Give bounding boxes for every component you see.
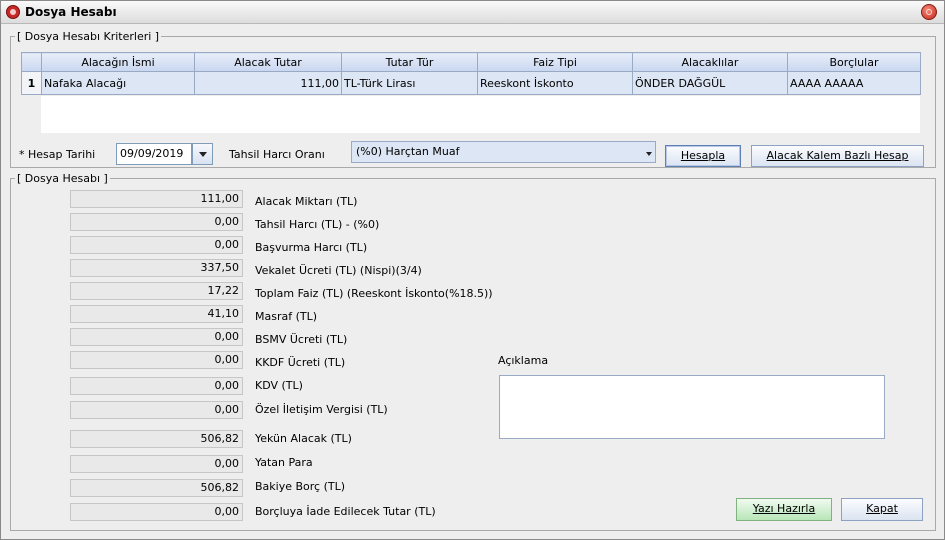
bsmv-ucreti-field: 0,00 [70,328,243,346]
hesap-tarihi-input[interactable]: 09/09/2019 [116,143,192,165]
masraf-label: Masraf (TL) [255,310,318,323]
vekalet-ucreti-field: 337,50 [70,259,243,277]
chevron-down-icon [198,152,207,157]
iade-tutar-label: Borçluya İade Edilecek Tutar (TL) [255,505,436,518]
tahsil-harci-select[interactable]: (%0) Harçtan Muaf [351,141,656,163]
aciklama-label: Açıklama [498,354,549,367]
table-cell[interactable]: ÖNDER DAĞGÜL [632,71,788,95]
alacak-kalem-bazli-hesap-button[interactable]: Alacak Kalem Bazlı Hesap [751,145,924,167]
masraf-field: 41,10 [70,305,243,323]
alacak-miktari-label: Alacak Miktarı (TL) [255,195,358,208]
tahsil-harci-label: Tahsil Harcı Oranı [229,148,325,161]
basvurma-harci-field: 0,00 [70,236,243,254]
vekalet-ucreti-label: Vekalet Ücreti (TL) (Nispi)(3/4) [255,264,422,277]
kdv-field: 0,00 [70,377,243,395]
kapat-button[interactable]: Kapat [841,498,923,521]
bakiye-borc-field: 506,82 [70,479,243,497]
column-header[interactable]: Faiz Tipi [477,52,633,72]
bsmv-ucreti-label: BSMV Ücreti (TL) [255,333,348,346]
column-header[interactable]: Alacağın İsmi [41,52,195,72]
tahsil-harci-row-label: Tahsil Harcı (TL) - (%0) [255,218,380,231]
column-header[interactable]: Tutar Tür [341,52,478,72]
row-number[interactable]: 1 [21,71,42,95]
tahsil-harci-field: 0,00 [70,213,243,231]
kkdf-ucreti-field: 0,00 [70,351,243,369]
basvurma-harci-label: Başvurma Harcı (TL) [255,241,368,254]
ozel-iletisim-vergisi-field: 0,00 [70,401,243,419]
window-title: Dosya Hesabı [25,5,117,19]
table-cell[interactable]: TL-Türk Lirası [341,71,478,95]
column-header[interactable]: Alacaklılar [632,52,788,72]
yekun-alacak-label: Yekün Alacak (TL) [255,432,352,445]
date-picker-button[interactable] [192,143,213,165]
yazi-hazirla-button[interactable]: Yazı Hazırla [736,498,832,521]
kdv-label: KDV (TL) [255,379,303,392]
table-cell[interactable]: Nafaka Alacağı [41,71,195,95]
bakiye-borc-label: Bakiye Borç (TL) [255,480,346,493]
criteria-group-label: [ Dosya Hesabı Kriterleri ] [15,30,162,43]
alacak-miktari-field: 111,00 [70,190,243,208]
summary-group-label: [ Dosya Hesabı ] [15,172,110,185]
table-header-row: Alacağın İsmi Alacak Tutar Tutar Tür Fai… [21,52,921,72]
toplam-faiz-label: Toplam Faiz (TL) (Reeskont İskonto(%18.5… [255,287,493,300]
close-icon[interactable] [921,4,937,20]
hesap-tarihi-label: * Hesap Tarihi [19,148,96,161]
table-row[interactable]: 1 Nafaka Alacağı 111,00 TL-Türk Lirası R… [21,71,921,95]
chevron-down-icon [646,152,652,156]
ozel-iletisim-vergisi-label: Özel İletişim Vergisi (TL) [255,403,388,416]
table-cell[interactable]: 111,00 [194,71,342,95]
table-cell[interactable]: AAAA AAAAA [787,71,921,95]
dosya-hesabi-window: Dosya Hesabı [ Dosya Hesabı Kriterleri ]… [0,0,945,540]
hesapla-button[interactable]: Hesapla [665,145,741,167]
app-emblem-icon [6,5,20,19]
row-number-header [21,52,42,72]
column-header[interactable]: Alacak Tutar [194,52,342,72]
aciklama-textarea[interactable] [499,375,885,439]
criteria-table: Alacağın İsmi Alacak Tutar Tutar Tür Fai… [21,52,921,95]
table-cell[interactable]: Reeskont İskonto [477,71,633,95]
toplam-faiz-field: 17,22 [70,282,243,300]
yatan-para-field: 0,00 [70,455,243,473]
iade-tutar-field: 0,00 [70,503,243,521]
yekun-alacak-field: 506,82 [70,430,243,448]
column-header[interactable]: Borçlular [787,52,921,72]
yatan-para-label: Yatan Para [255,456,313,469]
table-empty-area [41,96,920,133]
kkdf-ucreti-label: KKDF Ücreti (TL) [255,356,346,369]
title-bar: Dosya Hesabı [1,1,944,24]
